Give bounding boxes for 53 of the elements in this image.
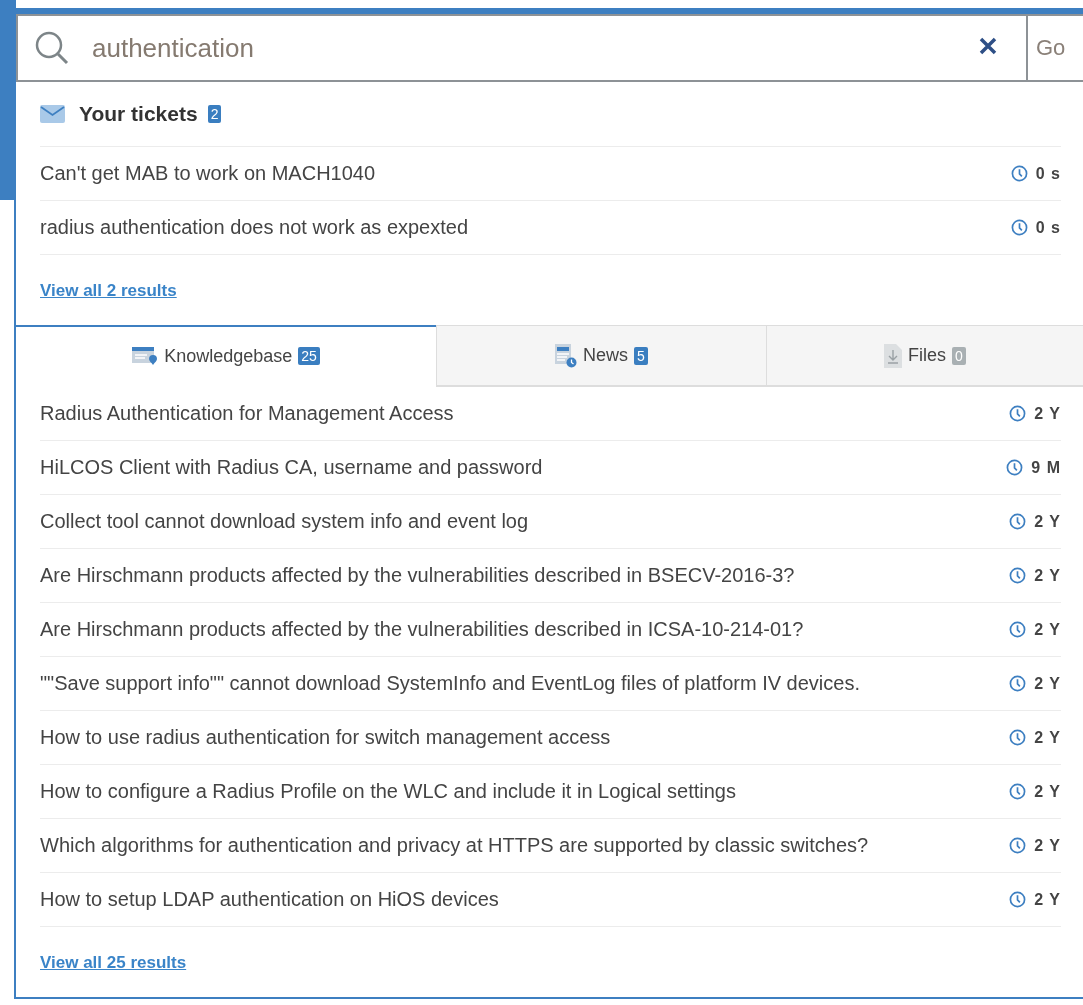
clock-icon [1009, 405, 1027, 422]
browser-window-icon [132, 347, 159, 365]
category-tab[interactable]: News 5 [436, 325, 766, 387]
count-badge: 25 [298, 347, 320, 365]
result-link[interactable]: Which algorithms for authentication and privacy at HTTPS are supported by classic switches? [40, 834, 869, 857]
age-label: 2 Y [1034, 836, 1061, 855]
count-badge: 0 [952, 346, 966, 365]
result-link[interactable]: How to use radius authentication for switch management access [40, 726, 611, 749]
age-label: 2 Y [1034, 404, 1061, 423]
clock-icon [1009, 891, 1027, 908]
age-label: 2 Y [1034, 728, 1061, 747]
envelope-icon [40, 105, 65, 123]
result-link[interactable]: Are Hirschmann products affected by the vulnerabilities described in BSECV-2016-3? [40, 564, 795, 587]
clock-icon [1009, 621, 1027, 638]
age-label: 2 Y [1034, 782, 1061, 801]
download-file-icon [884, 343, 903, 368]
age-label: 9 M [1031, 458, 1061, 477]
result-link[interactable]: Can't get MAB to work on MACH1040 [40, 162, 376, 185]
go-button[interactable]: Go [1026, 14, 1083, 82]
clock-icon [1006, 459, 1024, 476]
clock-icon [1010, 165, 1028, 182]
result-link[interactable]: Are Hirschmann products affected by the vulnerabilities described in ICSA-10-214-01? [40, 618, 804, 641]
result-link[interactable]: Collect tool cannot download system info and event log [40, 510, 529, 533]
clock-icon [1009, 783, 1027, 800]
clock-icon [1010, 219, 1028, 236]
result-link[interactable]: ""Save support info"" cannot download SystemInfo and EventLog files of platform IV devices. [40, 672, 860, 695]
clock-icon [1009, 837, 1027, 854]
search-icon [34, 30, 70, 66]
age-label: 2 Y [1034, 620, 1061, 639]
result-link[interactable]: HiLCOS Client with Radius CA, username and password [40, 456, 543, 479]
count-badge: 2 [207, 105, 222, 123]
result-link[interactable]: radius authentication does not work as expexted [40, 216, 469, 239]
clock-icon [1009, 729, 1027, 746]
age-label: 0 s [1035, 164, 1061, 183]
clock-icon [1009, 513, 1027, 530]
section-title: Your tickets [79, 102, 198, 126]
result-link[interactable]: How to configure a Radius Profile on the WLC and include it in Logical settings [40, 780, 736, 803]
age-label: 2 Y [1034, 566, 1061, 585]
age-label: 2 Y [1034, 890, 1061, 909]
age-label: 2 Y [1034, 674, 1061, 693]
age-label: 0 s [1035, 218, 1061, 237]
result-link[interactable]: How to setup LDAP authentication on HiOS devices [40, 888, 499, 911]
result-link[interactable]: Radius Authentication for Management Access [40, 402, 454, 425]
age-label: 2 Y [1034, 512, 1061, 531]
clock-icon [1009, 567, 1027, 584]
newspaper-icon [555, 343, 578, 368]
clear-icon[interactable] [978, 36, 998, 56]
view-all-link[interactable]: View all 2 results [40, 281, 177, 300]
clock-icon [1009, 675, 1027, 692]
search-input[interactable]: authentication [92, 32, 978, 64]
search-field[interactable]: authentication [16, 14, 1026, 82]
count-badge: 5 [634, 346, 648, 365]
view-all-link[interactable]: View all 25 results [40, 953, 187, 972]
